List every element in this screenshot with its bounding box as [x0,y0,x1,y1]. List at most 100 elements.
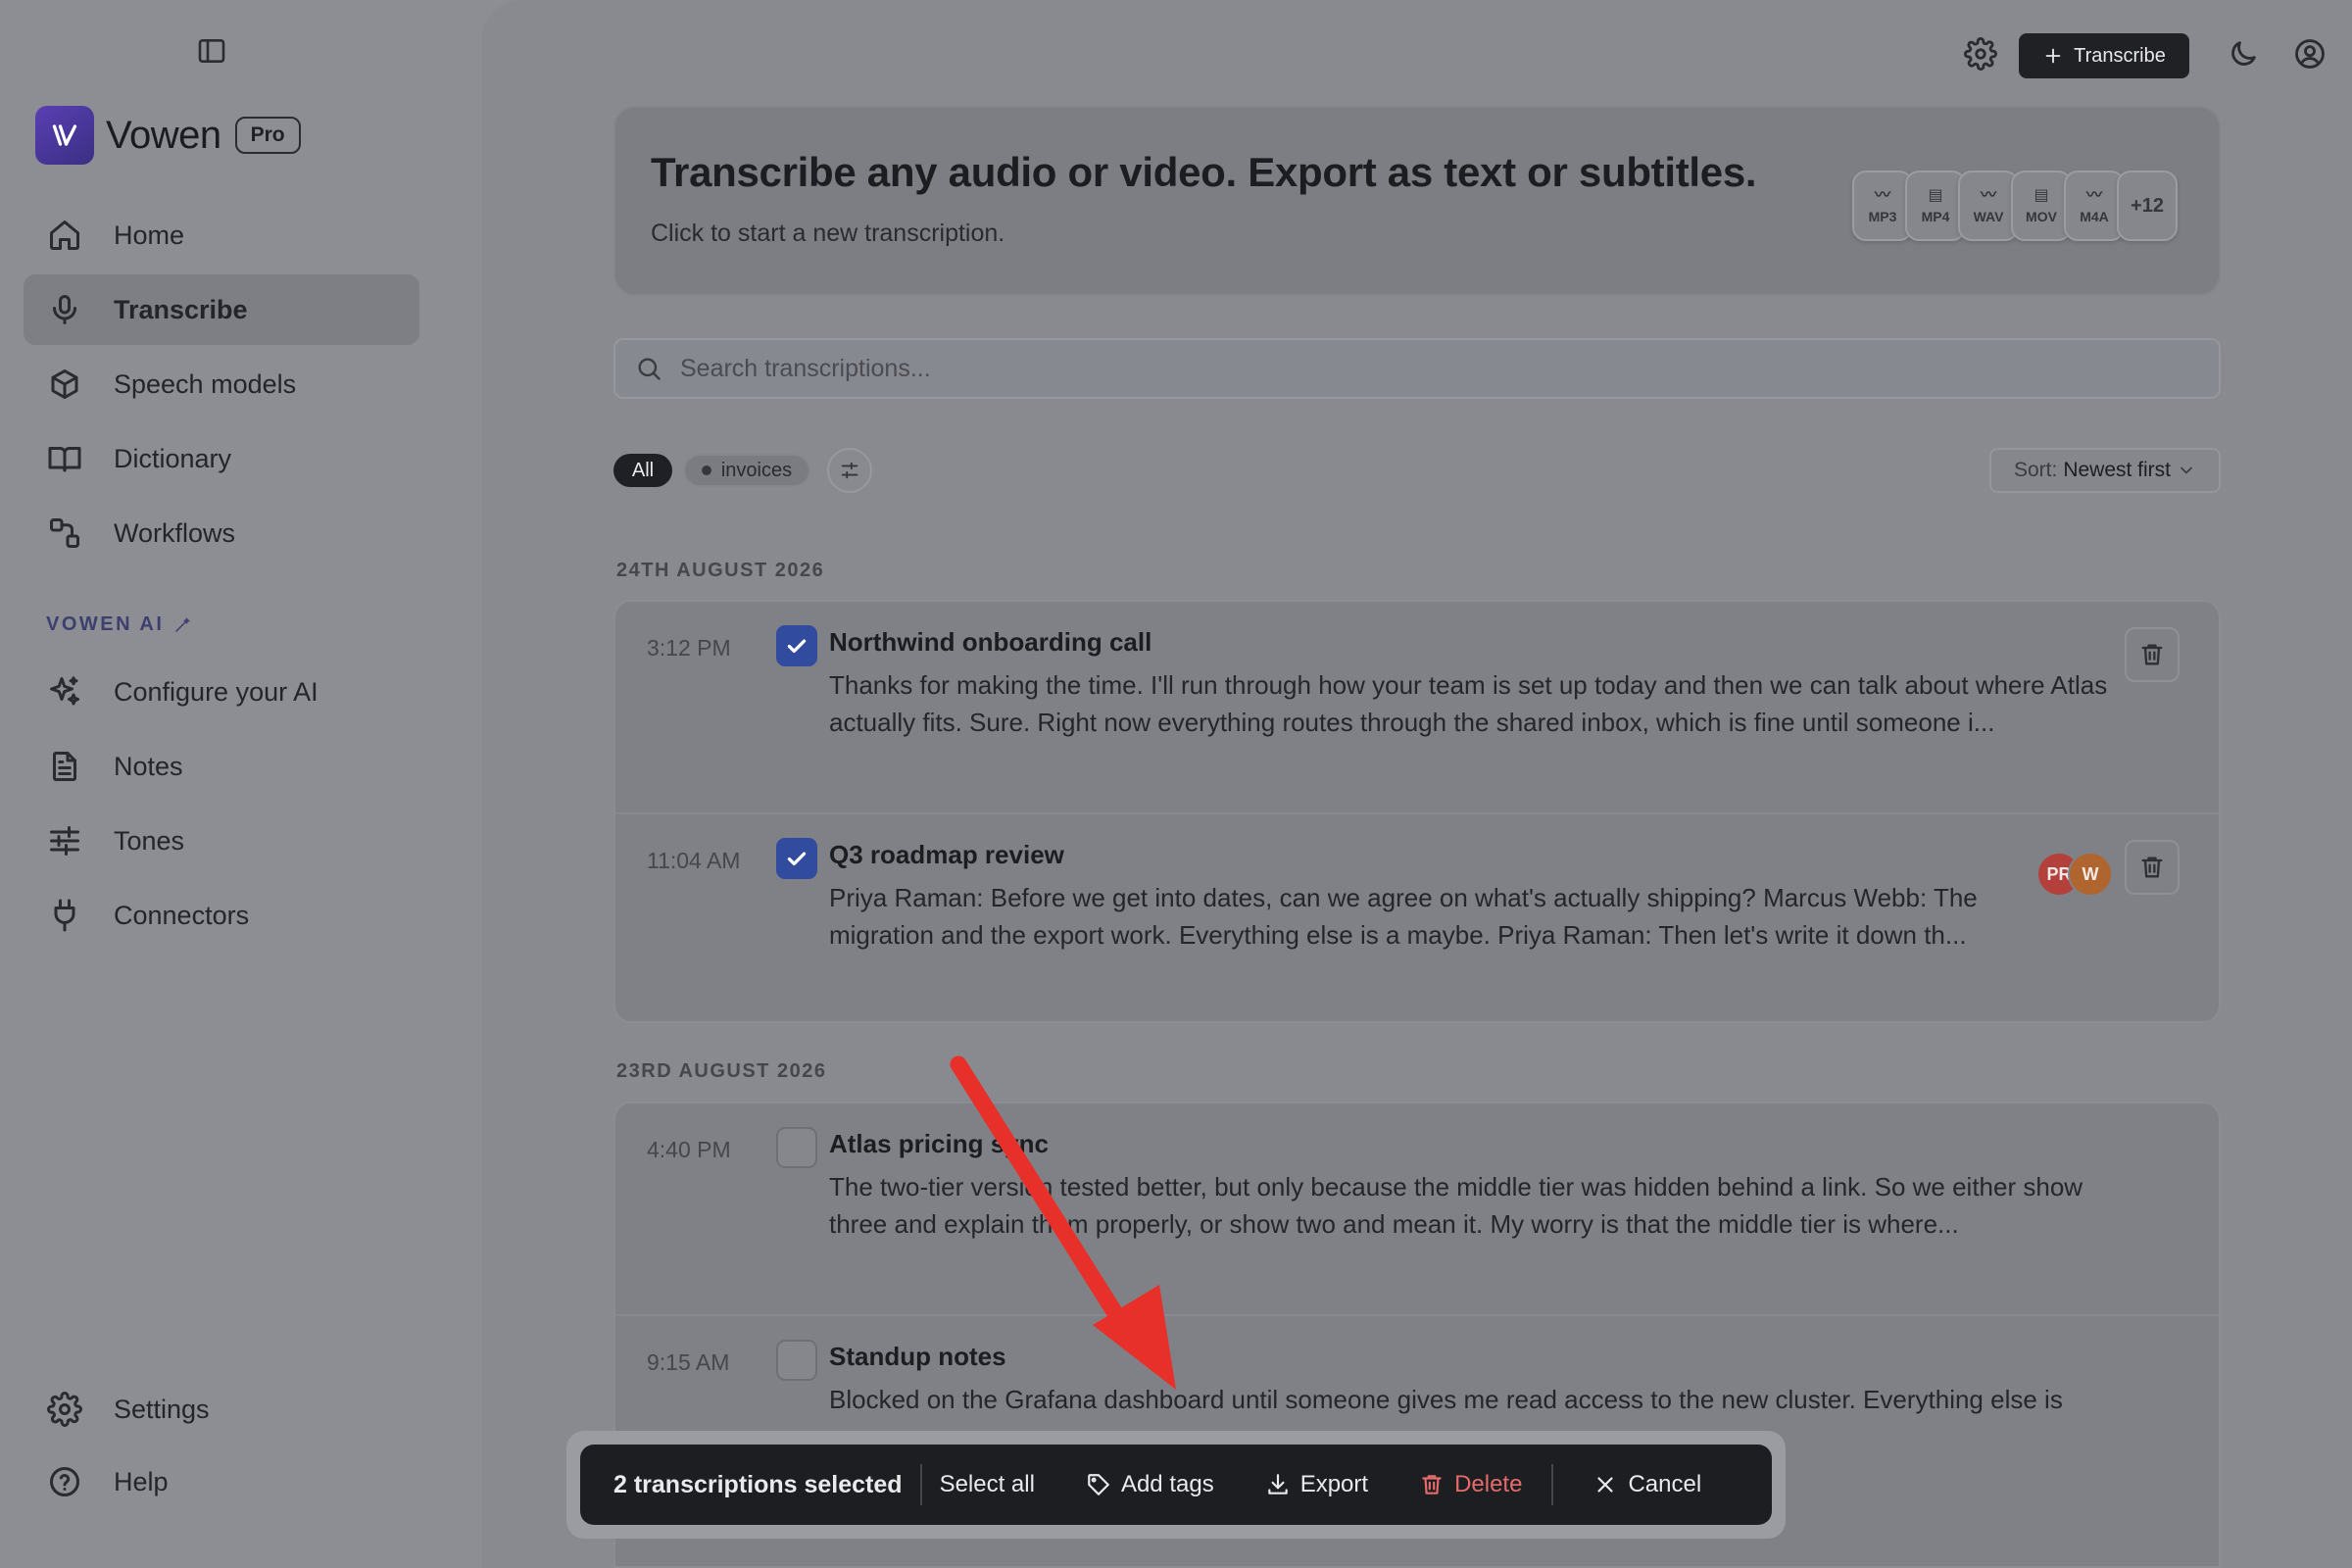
transcription-row[interactable]: 3:12 PM Northwind onboarding call Thanks… [615,602,2219,813]
select-all-button[interactable]: Select all [940,1471,1035,1498]
film-icon: ▤ [1928,187,1943,204]
format-badge-m4a: 〰 M4A [2064,171,2125,241]
sort-value: Newest first [2063,459,2172,481]
sidebar-item-label: Connectors [114,900,250,930]
download-icon [1267,1474,1288,1494]
tag-dot-icon [701,466,711,475]
sort-prefix: Sort: [2013,459,2058,481]
export-button[interactable]: Export [1265,1471,1368,1498]
app-name: Vowen [106,113,221,157]
transcription-row[interactable]: 11:04 AM Q3 roadmap review Priya Raman: … [615,812,2219,1021]
sidebar-item-label: Transcribe [114,294,248,324]
row-time: 9:15 AM [647,1349,730,1375]
format-label: MP4 [1921,209,1950,224]
cancel-selection-button[interactable]: Cancel [1592,1471,1701,1498]
sidebar-item-tones[interactable]: Tones [24,806,419,876]
avatar: W [2068,852,2113,897]
transcribe-button-label: Transcribe [2074,44,2166,67]
audio-wave-icon: 〰 [2085,187,2102,204]
moon-icon[interactable] [2227,37,2264,74]
row-time: 3:12 PM [647,635,731,661]
gear-icon [47,1392,82,1427]
check-icon [787,852,807,866]
row-excerpt: The two-tier version tested better, but … [829,1172,2083,1239]
select-all-label: Select all [939,1471,1035,1497]
export-label: Export [1299,1471,1369,1497]
sidebar-item-speech-models[interactable]: Speech models [24,349,419,419]
sidebar-item-settings[interactable]: Settings [24,1374,419,1445]
box-icon [47,367,82,402]
delete-row-button[interactable] [2125,840,2180,895]
row-checkbox[interactable] [776,1127,817,1168]
trash-icon [1422,1475,1442,1494]
format-badge-mp3: 〰 MP3 [1852,171,1913,241]
supported-formats: 〰 MP3 ▤ MP4 〰 WAV ▤ MOV 〰 M4A +12 [1852,171,2178,241]
row-time: 4:40 PM [647,1137,731,1162]
sidebar-item-label: Dictionary [114,443,232,473]
add-tags-button[interactable]: Add tags [1086,1471,1214,1498]
sidebar-item-configure-ai[interactable]: Configure your AI [24,657,419,727]
sidebar-item-notes[interactable]: Notes [24,731,419,802]
sidebar-item-label: Workflows [114,517,236,548]
search-icon [635,355,662,382]
workflow-icon [47,515,82,551]
sidebar-item-workflows[interactable]: Workflows [24,498,419,568]
sidebar-item-dictionary[interactable]: Dictionary [24,423,419,494]
sidebar-item-home[interactable]: Home [24,200,419,270]
format-label: MP3 [1868,209,1897,224]
audio-wave-icon: 〰 [1980,187,1996,204]
format-label: M4A [2080,209,2109,224]
filter-options-button[interactable] [827,448,872,493]
hero-subtitle: Click to start a new transcription. [651,220,1005,247]
row-checkbox[interactable] [776,838,817,879]
plug-icon [47,898,82,933]
format-label: MOV [2026,209,2057,224]
main-content: Transcribe Transcribe any audio or video… [482,0,2352,1568]
gear-icon[interactable] [1964,37,2001,74]
help-circle-icon [47,1464,82,1499]
search-bar[interactable] [613,338,2221,399]
row-title: Standup notes [829,1342,1006,1371]
check-icon [787,639,807,654]
format-badge-more: +12 [2117,171,2178,241]
row-checkbox[interactable] [776,625,817,666]
divider [919,1464,922,1505]
new-transcription-card[interactable]: Transcribe any audio or video. Export as… [613,106,2221,296]
transcription-row[interactable]: 4:40 PM Atlas pricing sync The two-tier … [615,1103,2219,1315]
brand[interactable]: Vowen Pro [35,106,301,165]
selection-bar: 2 transcriptions selected Select all Add… [566,1431,1786,1539]
delete-row-button[interactable] [2125,627,2180,682]
row-checkbox[interactable] [776,1340,817,1381]
transcription-group: 3:12 PM Northwind onboarding call Thanks… [613,600,2221,1023]
audio-wave-icon: 〰 [1874,187,1890,204]
format-badge-mov: ▤ MOV [2011,171,2072,241]
delete-label: Delete [1454,1471,1523,1497]
file-text-icon [47,749,82,784]
transcribe-button[interactable]: Transcribe [2019,33,2189,78]
account-icon[interactable] [2293,37,2330,74]
sidebar-item-connectors[interactable]: Connectors [24,880,419,951]
plus-icon [2045,48,2061,64]
sidebar-item-label: Home [114,220,185,250]
sort-dropdown[interactable]: Sort: Newest first [1989,448,2221,493]
date-header: 23RD AUGUST 2026 [616,1060,827,1082]
sidebar-item-label: Tones [114,825,185,856]
close-icon [1597,1477,1614,1493]
trash-icon [2141,857,2163,878]
sidebar-item-help[interactable]: Help [24,1446,419,1517]
sidebar-item-label: Settings [114,1394,210,1424]
sidebar: Vowen Pro Home Transcribe Speech models … [0,0,482,1568]
sidebar-toggle-icon[interactable] [196,35,227,67]
row-title: Atlas pricing sync [829,1129,1049,1158]
sidebar-item-label: Configure your AI [114,676,318,707]
book-icon [47,441,82,476]
sidebar-item-transcribe[interactable]: Transcribe [24,274,419,345]
filter-chip-all[interactable]: All [613,454,672,487]
date-header: 24TH AUGUST 2026 [616,560,825,581]
sparkle-icon [47,674,82,710]
mic-icon [47,292,82,327]
filter-chip-invoices[interactable]: invoices [683,454,810,487]
delete-button[interactable]: Delete [1419,1471,1522,1498]
search-input[interactable] [680,354,2052,383]
speaker-avatars: PR W [2036,852,2113,897]
